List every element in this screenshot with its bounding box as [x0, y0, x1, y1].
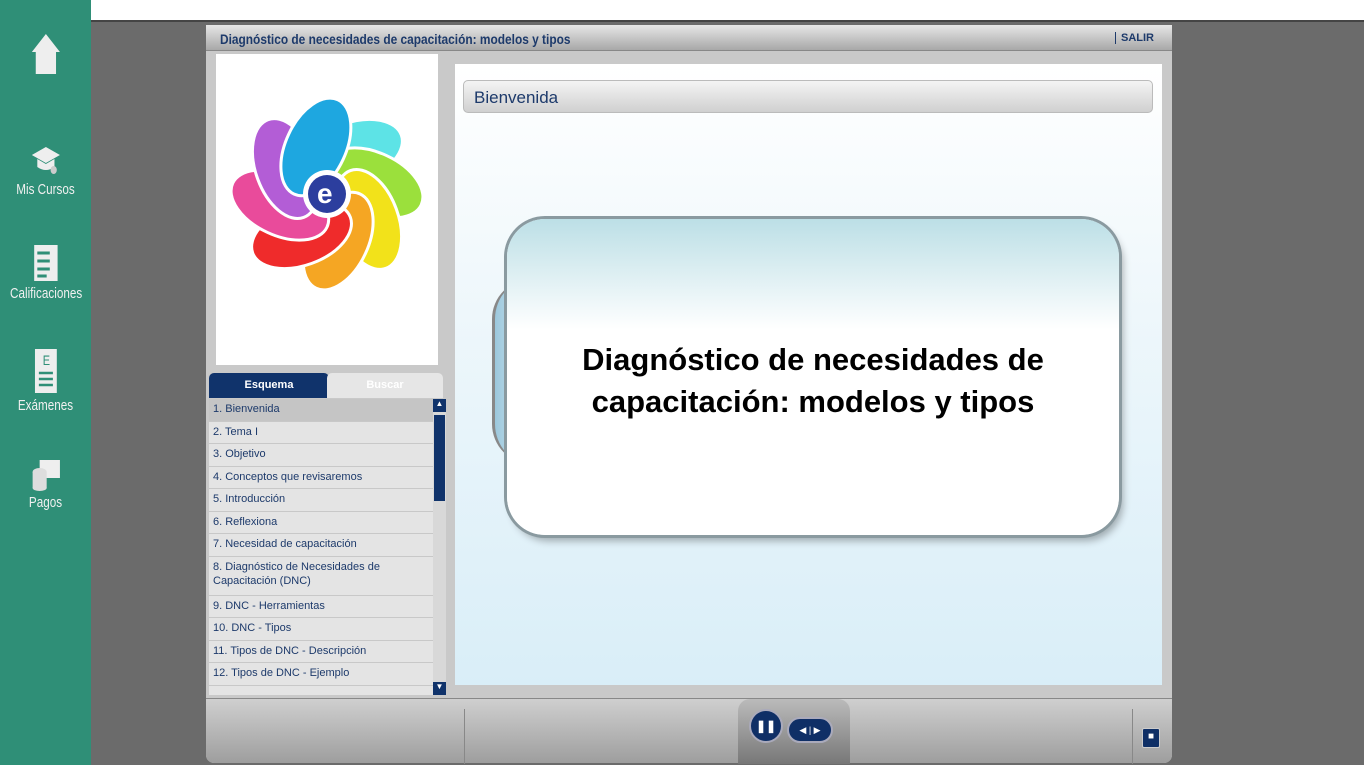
sidebar-item-examenes[interactable]: E Exámenes [10, 347, 81, 414]
outline-item[interactable]: 2. Tema I [209, 422, 433, 444]
outline-item[interactable]: 7. Necesidad de capacitación [209, 534, 433, 557]
slide-title-line1: Diagnóstico de necesidades de [582, 342, 1044, 377]
fullscreen-icon[interactable]: ■ [1142, 728, 1160, 748]
pause-button[interactable]: ❚❚ [749, 709, 783, 743]
tab-esquema[interactable]: Esquema [209, 373, 329, 398]
tab-buscar[interactable]: Buscar [327, 373, 443, 398]
outline-item[interactable]: 9. DNC - Herramientas [209, 596, 433, 618]
outline-item[interactable]: 1. Bienvenida [209, 399, 433, 422]
prev-next-buttons[interactable]: ◀ | ▶ [787, 717, 833, 743]
outline-item[interactable]: 12. Tipos de DNC - Ejemplo [209, 663, 433, 686]
scroll-up-icon[interactable]: ▲ [433, 399, 446, 412]
exit-button[interactable]: SALIR [1115, 32, 1154, 44]
slide-header: Bienvenida [463, 80, 1153, 113]
next-icon[interactable]: ▶ [814, 725, 821, 735]
checklist-icon [33, 245, 58, 281]
course-title: Diagnóstico de necesidades de capacitaci… [220, 31, 571, 47]
outline-item[interactable]: 3. Objetivo [209, 444, 433, 467]
sidebar-item-calificaciones[interactable]: Calificaciones [10, 243, 82, 302]
outline-list: 1. Bienvenida 2. Tema I 3. Objetivo 4. Conc… [209, 399, 433, 695]
payments-icon [32, 460, 60, 491]
logo: e [216, 54, 438, 365]
outline-item[interactable]: 6. Reflexiona [209, 512, 433, 534]
svg-text:e: e [317, 178, 333, 209]
sidebar: Mis Cursos Calificaciones E Exámenes Pag… [0, 0, 91, 765]
slide-title-line2: capacitación: modelos y tipos [591, 384, 1035, 419]
outline-item[interactable]: 11. Tipos de DNC - Descripción [209, 641, 433, 663]
scroll-thumb[interactable] [434, 415, 445, 501]
scroll-down-icon[interactable]: ▼ [433, 682, 446, 695]
svg-text:E: E [42, 353, 49, 369]
title-bar: Diagnóstico de necesidades de capacitaci… [206, 25, 1172, 51]
outline-item[interactable]: 10. DNC - Tipos [209, 618, 433, 641]
slide-area: Bienvenida Diagnóstico de necesidades de… [455, 64, 1162, 685]
home-icon [31, 34, 60, 74]
top-bar [91, 0, 1364, 22]
exam-icon: E [34, 349, 57, 393]
outline-item[interactable]: 8. Diagnóstico de Necesidades de Capacit… [209, 557, 433, 596]
sidebar-item-mis-cursos[interactable]: Mis Cursos [10, 145, 81, 198]
graduation-cap-icon [31, 147, 60, 174]
outline-item[interactable]: 4. Conceptos que revisaremos [209, 467, 433, 489]
outline-tabs: Esquema Buscar [209, 373, 445, 398]
playback-bar: ❚❚ ◀ | ▶ ■ [206, 698, 1172, 764]
title-card: Diagnóstico de necesidades de capacitació… [507, 219, 1119, 535]
sidebar-item-home[interactable] [10, 32, 81, 78]
scrollbar[interactable]: ▲ ▼ [433, 399, 446, 695]
previous-icon[interactable]: ◀ [799, 725, 806, 735]
outline-item[interactable]: 5. Introducción [209, 489, 433, 512]
sidebar-item-pagos[interactable]: Pagos [10, 458, 81, 511]
course-player: Diagnóstico de necesidades de capacitaci… [206, 25, 1172, 764]
